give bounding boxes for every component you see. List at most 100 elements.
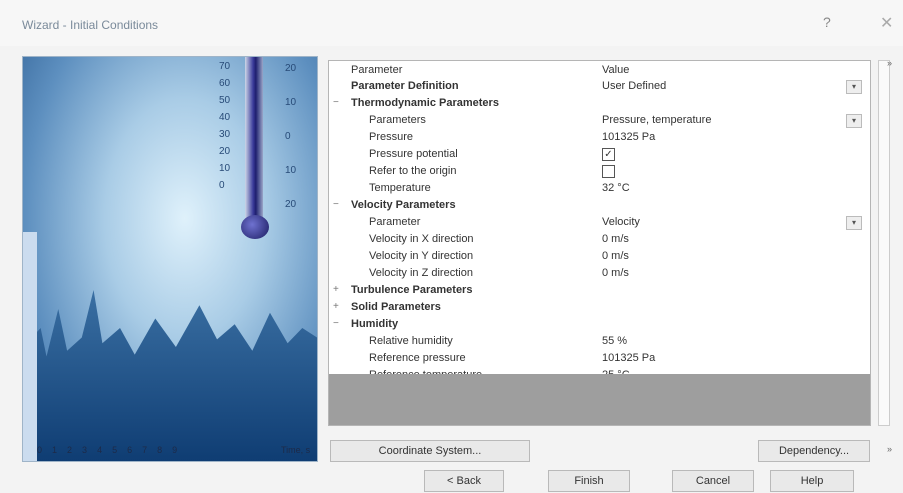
- row-label: Parameter: [369, 216, 421, 228]
- row-label: Parameters: [369, 114, 426, 126]
- row-value[interactable]: 55 %: [602, 335, 627, 347]
- property-row[interactable]: Temperature 32 °C: [329, 181, 869, 197]
- header-parameter: Parameter: [351, 64, 403, 76]
- expand-icon[interactable]: +: [333, 284, 343, 295]
- property-row[interactable]: Reference pressure 101325 Pa: [329, 351, 869, 367]
- time-axis-tick: 4: [97, 445, 113, 455]
- thermometer-illustration: 70 60 50 40 30 20 10 0 20 10 0 10 20 0123456789 Tim…: [22, 56, 318, 462]
- time-axis-tick: 2: [67, 445, 83, 455]
- property-row[interactable]: Refer to the origin: [329, 164, 869, 180]
- collapse-icon[interactable]: −: [333, 318, 343, 329]
- property-row[interactable]: Velocity in X direction 0 m/s: [329, 232, 869, 248]
- row-label: Velocity in X direction: [369, 233, 474, 245]
- time-axis-tick: 0: [37, 445, 53, 455]
- property-row[interactable]: Pressure potential ✓: [329, 147, 869, 163]
- help-button[interactable]: Help: [770, 470, 854, 492]
- group-row[interactable]: − Humidity: [329, 317, 869, 333]
- row-value[interactable]: 0 m/s: [602, 267, 629, 279]
- row-checkbox[interactable]: ✓: [602, 148, 615, 161]
- row-value[interactable]: 101325 Pa: [602, 352, 655, 364]
- left-scale-tick: 30: [219, 129, 231, 140]
- left-scale-tick: 60: [219, 78, 231, 89]
- property-row[interactable]: Pressure 101325 Pa: [329, 130, 869, 146]
- row-label: Turbulence Parameters: [351, 284, 473, 296]
- collapse-icon[interactable]: −: [333, 199, 343, 210]
- property-row[interactable]: Velocity in Y direction 0 m/s: [329, 249, 869, 265]
- expand-bottom-icon[interactable]: »: [887, 444, 892, 454]
- row-value[interactable]: 32 °C: [602, 182, 630, 194]
- right-scale-tick: 20: [285, 63, 297, 74]
- row-label: Relative humidity: [369, 335, 453, 347]
- property-row[interactable]: Parameters Pressure, temperature ▾: [329, 113, 869, 129]
- time-axis-ticks: 0123456789: [37, 445, 187, 455]
- back-button[interactable]: < Back: [424, 470, 504, 492]
- left-scale-tick: 70: [219, 61, 231, 72]
- left-scale-tick: 50: [219, 95, 231, 106]
- dropdown-arrow-icon[interactable]: ▾: [846, 216, 862, 230]
- row-label: Refer to the origin: [369, 165, 457, 177]
- grid-header: Parameter Value: [329, 63, 869, 79]
- row-label: Reference pressure: [369, 352, 466, 364]
- property-row[interactable]: Parameter Definition User Defined ▾: [329, 79, 869, 95]
- finish-button[interactable]: Finish: [548, 470, 630, 492]
- description-pane: [329, 374, 870, 425]
- header-value: Value: [602, 64, 630, 76]
- time-axis-label: Time, s: [281, 445, 311, 455]
- row-checkbox[interactable]: [602, 165, 615, 178]
- right-scale-tick: 10: [285, 165, 297, 176]
- dependency-button[interactable]: Dependency...: [758, 440, 870, 462]
- time-axis-tick: 6: [127, 445, 143, 455]
- vertical-scrollbar[interactable]: [878, 60, 890, 426]
- group-row[interactable]: − Velocity Parameters: [329, 198, 869, 214]
- row-label: Humidity: [351, 318, 399, 330]
- city-skyline-graphic: [23, 290, 317, 461]
- property-row[interactable]: Relative humidity 55 %: [329, 334, 869, 350]
- right-scale-tick: 20: [285, 199, 297, 210]
- expand-top-icon[interactable]: »: [887, 58, 892, 68]
- time-axis-tick: 3: [82, 445, 98, 455]
- row-value[interactable]: Velocity: [602, 216, 640, 228]
- time-axis-tick: 7: [142, 445, 158, 455]
- row-label: Parameter Definition: [351, 80, 459, 92]
- time-axis-tick: 9: [172, 445, 188, 455]
- title-bar: Wizard - Initial Conditions ? ✕: [0, 0, 903, 46]
- time-axis-tick: 1: [52, 445, 68, 455]
- vertical-ruler: [23, 232, 37, 461]
- row-value[interactable]: 0 m/s: [602, 250, 629, 262]
- row-label: Thermodynamic Parameters: [351, 97, 499, 109]
- group-row[interactable]: − Thermodynamic Parameters: [329, 96, 869, 112]
- collapse-icon[interactable]: −: [333, 97, 343, 108]
- row-value[interactable]: User Defined: [602, 80, 666, 92]
- left-scale-tick: 20: [219, 146, 231, 157]
- row-label: Temperature: [369, 182, 431, 194]
- coordinate-system-button[interactable]: Coordinate System...: [330, 440, 530, 462]
- window-title: Wizard - Initial Conditions: [22, 18, 159, 32]
- group-row[interactable]: + Solid Parameters: [329, 300, 869, 316]
- time-axis-tick: 5: [112, 445, 128, 455]
- expand-icon[interactable]: +: [333, 301, 343, 312]
- row-label: Pressure potential: [369, 148, 458, 160]
- left-scale-tick: 0: [219, 180, 225, 191]
- left-scale-tick: 10: [219, 163, 231, 174]
- thermometer-tube: [245, 57, 263, 229]
- left-scale-tick: 40: [219, 112, 231, 123]
- row-label: Velocity in Z direction: [369, 267, 473, 279]
- property-row[interactable]: Velocity in Z direction 0 m/s: [329, 266, 869, 282]
- parameter-grid[interactable]: Parameter Value Parameter Definition User…: [328, 60, 871, 426]
- row-label: Pressure: [369, 131, 414, 143]
- property-row[interactable]: Parameter Velocity ▾: [329, 215, 869, 231]
- right-scale-tick: 10: [285, 97, 297, 108]
- help-icon[interactable]: ?: [823, 14, 831, 30]
- thermometer-bulb: [241, 215, 269, 239]
- group-row[interactable]: + Turbulence Parameters: [329, 283, 869, 299]
- close-icon[interactable]: ✕: [880, 13, 893, 33]
- row-value[interactable]: 0 m/s: [602, 233, 629, 245]
- row-label: Velocity Parameters: [351, 199, 456, 211]
- time-axis-tick: 8: [157, 445, 173, 455]
- cancel-button[interactable]: Cancel: [672, 470, 754, 492]
- dropdown-arrow-icon[interactable]: ▾: [846, 80, 862, 94]
- row-value[interactable]: Pressure, temperature: [602, 114, 711, 126]
- row-value[interactable]: 101325 Pa: [602, 131, 655, 143]
- right-scale-tick: 0: [285, 131, 291, 142]
- dropdown-arrow-icon[interactable]: ▾: [846, 114, 862, 128]
